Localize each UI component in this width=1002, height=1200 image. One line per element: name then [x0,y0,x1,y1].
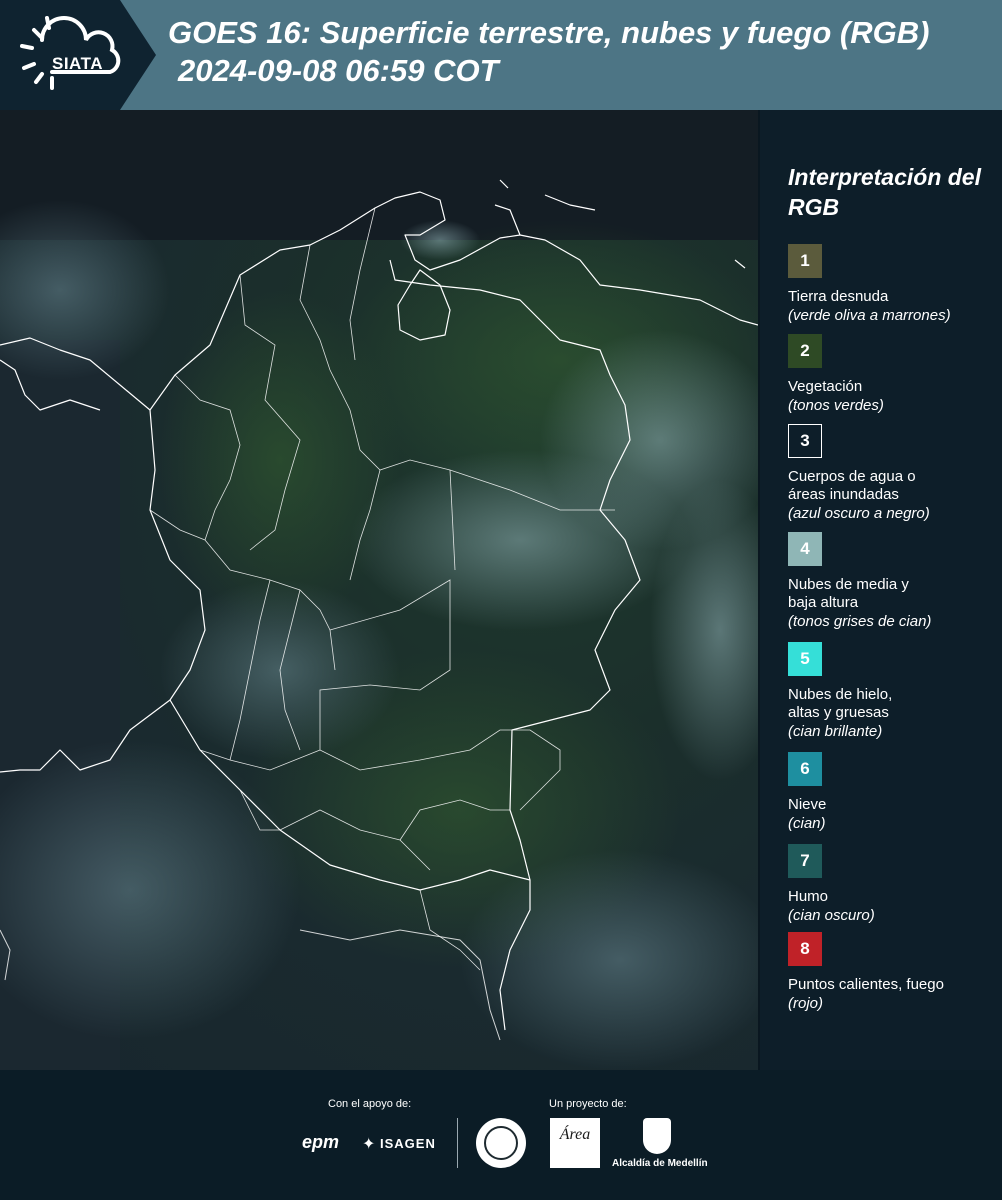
legend-note: (azul oscuro a negro) [788,505,930,522]
epm-logo: epm [302,1132,340,1152]
legend-note: (tonos verdes) [788,397,884,414]
university-seal-logo [476,1118,526,1168]
satellite-map [0,110,758,1070]
swatch-3: 3 [788,424,822,458]
swatch-8: 8 [788,932,822,966]
swatch-number: 7 [800,851,810,870]
legend-label: Tierra desnuda [788,288,889,305]
legend-label: Nubes de hielo, altas y gruesas [788,686,893,721]
swatch-number: 6 [800,759,810,778]
legend-label: Nieve [788,796,827,813]
footer-separator [457,1118,458,1168]
legend-item-vegetation: 2 Vegetación (tonos verdes) [788,334,998,415]
legend-note: (cian oscuro) [788,907,875,924]
legend-panel: Interpretación del RGB 1 Tierra desnuda … [760,110,1002,1070]
isagen-logo: ISAGEN [380,1136,436,1151]
footer: Con el apoyo de: Un proyecto de: epm ✦ I… [0,1070,1002,1200]
legend-item-ice-clouds: 5 Nubes de hielo, altas y gruesas (cian … [788,642,998,741]
legend-label: Puntos calientes, fuego [788,976,944,993]
swatch-number: 1 [800,251,810,270]
page-title: GOES 16: Superficie terrestre, nubes y f… [168,14,929,90]
alcaldia-label: Alcaldía de Medellín [612,1158,708,1169]
legend-item-snow: 6 Nieve (cian) [788,752,998,833]
medellin-shield-icon [643,1118,671,1154]
legend-label: Nubes de media y baja altura [788,576,909,611]
legend-item-bare-soil: 1 Tierra desnuda (verde oliva a marrones… [788,244,998,325]
legend-label: Vegetación [788,378,863,395]
title-timestamp: 2024-09-08 06:59 COT [178,53,499,88]
legend-note: (verde oliva a marrones) [788,307,951,324]
legend-title: Interpretación del RGB [788,164,981,220]
area-metropolitana-logo: Área [550,1118,600,1168]
legend-item-low-clouds: 4 Nubes de media y baja altura (tonos gr… [788,532,998,631]
legend-label: Cuerpos de agua o áreas inundadas [788,468,916,503]
swatch-number: 5 [800,649,810,668]
swatch-2: 2 [788,334,822,368]
legend-item-smoke: 7 Humo (cian oscuro) [788,844,998,925]
swatch-1: 1 [788,244,822,278]
project-label: Un proyecto de: [549,1098,627,1110]
swatch-number: 3 [800,431,810,450]
legend-note: (cian brillante) [788,723,883,740]
header: SIATA GOES 16: Superficie terrestre, nub… [0,0,1002,110]
map-graphic [0,110,758,1070]
swatch-7: 7 [788,844,822,878]
swatch-6: 6 [788,752,822,786]
isagen-icon: ✦ [362,1136,376,1153]
swatch-number: 8 [800,939,810,958]
legend-label: Humo [788,888,829,905]
swatch-number: 2 [800,341,810,360]
legend-item-water: 3 Cuerpos de agua o áreas inundadas (azu… [788,424,998,523]
legend-note: (rojo) [788,995,824,1012]
legend-item-fire: 8 Puntos calientes, fuego (rojo) [788,932,998,1013]
legend-note: (cian) [788,815,826,832]
legend-note: (tonos grises de cian) [788,613,932,630]
siata-logo: SIATA [12,10,132,100]
swatch-5: 5 [788,642,822,676]
swatch-number: 4 [800,539,810,558]
swatch-4: 4 [788,532,822,566]
title-line-1: GOES 16: Superficie terrestre, nubes y f… [168,15,930,50]
support-label: Con el apoyo de: [328,1098,412,1110]
logo-text: SIATA [52,54,103,73]
